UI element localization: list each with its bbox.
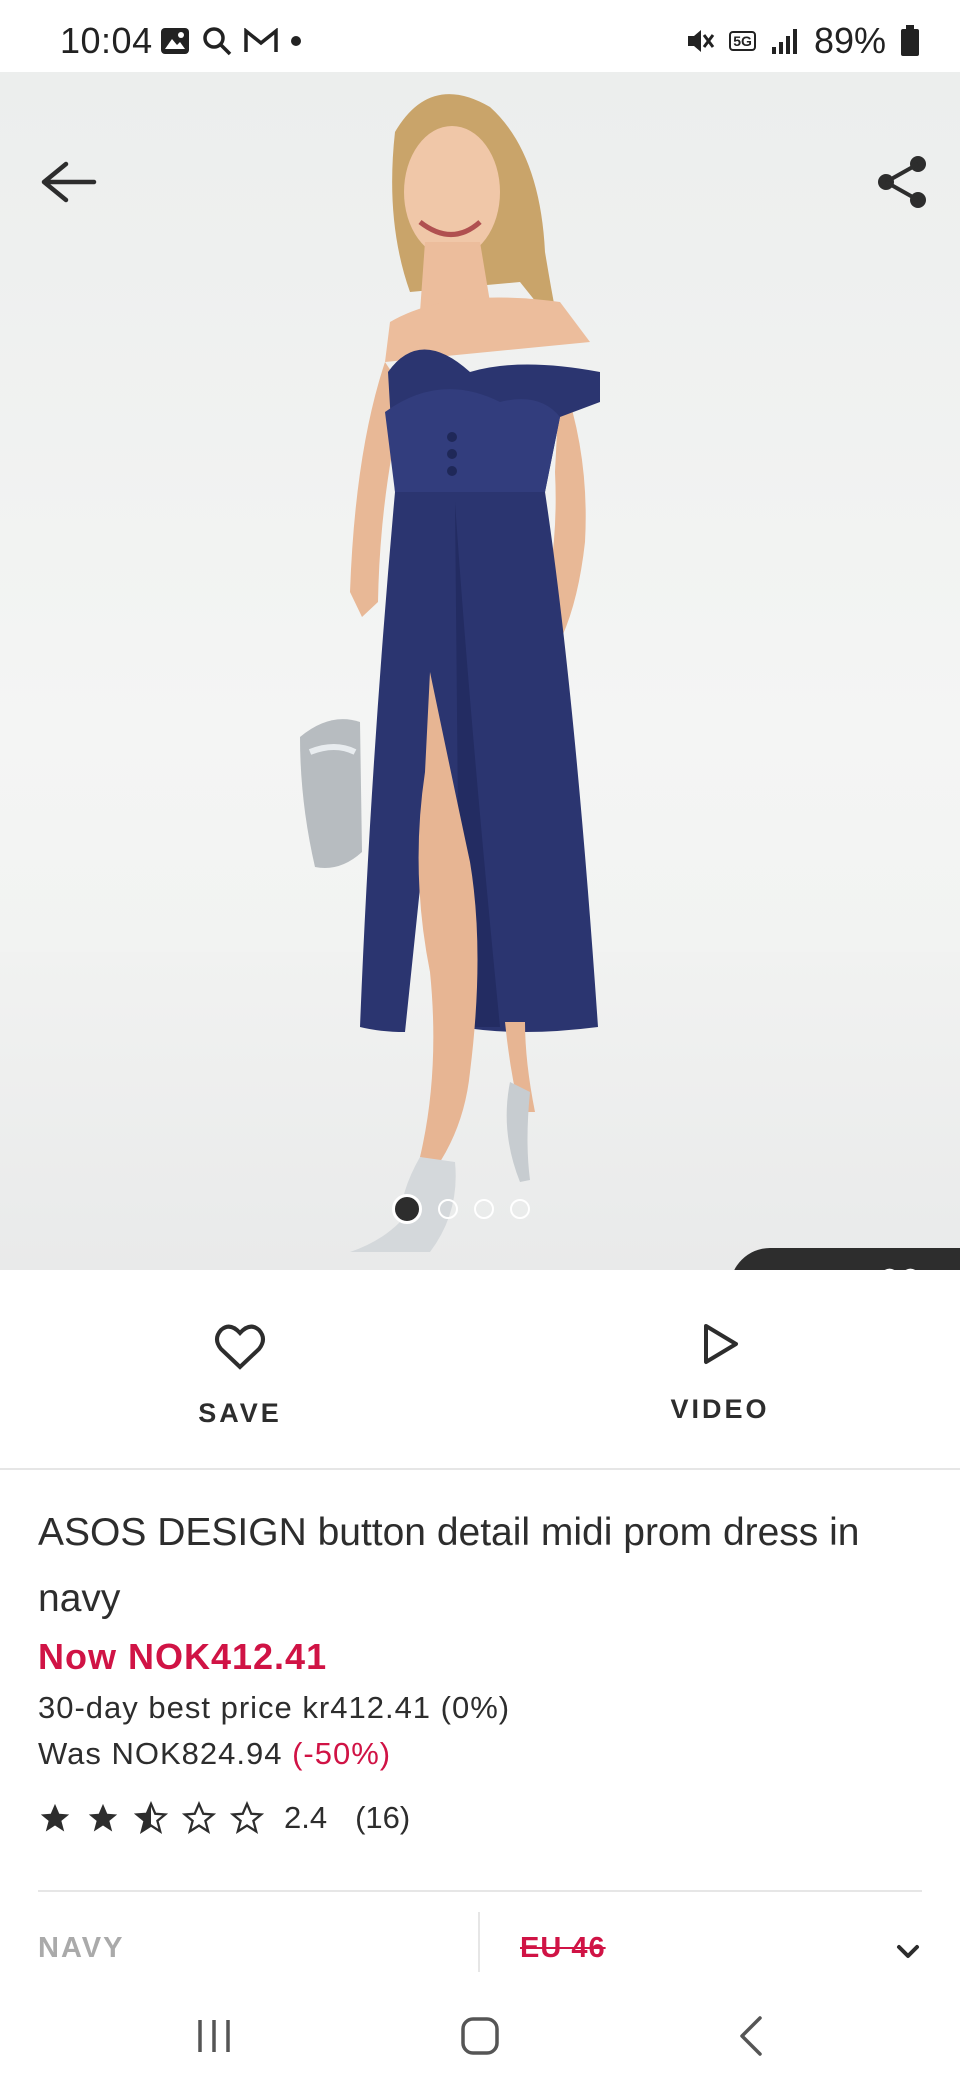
model-photo [300,94,600,1252]
star-empty-icon [230,1801,264,1835]
heart-filled-icon [884,1268,916,1270]
star-half-icon [134,1801,168,1835]
video-button[interactable]: VIDEO [620,1322,820,1425]
current-price: Now NOK412.41 [38,1636,328,1677]
rating-value: 2.4 [284,1800,328,1835]
rating-row[interactable]: 2.4 (16) [38,1800,410,1836]
video-label: VIDEO [670,1394,770,1424]
likes-badge[interactable]: 175 [730,1248,960,1270]
was-price: Was NOK824.94 [38,1736,283,1771]
status-system-icons: 5G 89% [685,20,920,62]
home-icon[interactable] [450,2006,510,2066]
mute-icon [688,30,715,52]
carousel-dot[interactable] [438,1199,458,1219]
battery-percent: 89% [813,20,886,61]
play-icon [704,1324,738,1364]
product-image-carousel[interactable]: 175 [0,72,960,1270]
chevron-down-icon[interactable] [896,1944,920,1960]
signal-icon [771,29,797,54]
best-price-note: 30-day best price kr412.41 (0%) [38,1690,511,1725]
star-filled-icon [40,1803,70,1832]
star-empty-icon [182,1801,216,1835]
was-price-row: Was NOK824.94 (-50%) [38,1736,391,1772]
carousel-dot[interactable] [510,1199,530,1219]
discount-percent: (-50%) [292,1736,392,1771]
status-notification-icons [160,26,302,56]
dot-icon [291,36,301,46]
product-action-row: SAVE VIDEO [0,1272,960,1470]
size-selector[interactable]: EU 46 [520,1932,606,1965]
back-nav-icon[interactable] [722,2006,782,2066]
gmail-icon [244,28,278,52]
battery-icon [901,25,919,56]
divider [478,1912,480,1972]
color-selector: NAVY [38,1932,125,1964]
network-5g-badge: 5G [729,31,756,51]
save-label: SAVE [198,1398,282,1428]
status-bar: 10:04 5G 89% [0,0,960,72]
share-icon[interactable] [874,154,930,210]
likes-count: 175 [780,1268,837,1270]
search-icon [203,27,232,56]
heart-outline-icon [215,1324,265,1370]
back-arrow-icon[interactable] [36,158,100,206]
gallery-icon [161,28,189,54]
system-navigation-bar [0,1990,960,2080]
star-filled-icon [88,1803,118,1832]
carousel-dot[interactable] [392,1194,422,1224]
status-time: 10:04 [60,20,153,61]
save-button[interactable]: SAVE [140,1322,340,1429]
carousel-indicator [392,1194,530,1224]
review-count: (16) [355,1800,411,1835]
recent-apps-icon[interactable] [184,2006,244,2066]
variant-selector-row: NAVY EU 46 [0,1892,960,2002]
carousel-dot[interactable] [474,1199,494,1219]
product-title: ASOS DESIGN button detail midi prom dres… [38,1511,860,1620]
